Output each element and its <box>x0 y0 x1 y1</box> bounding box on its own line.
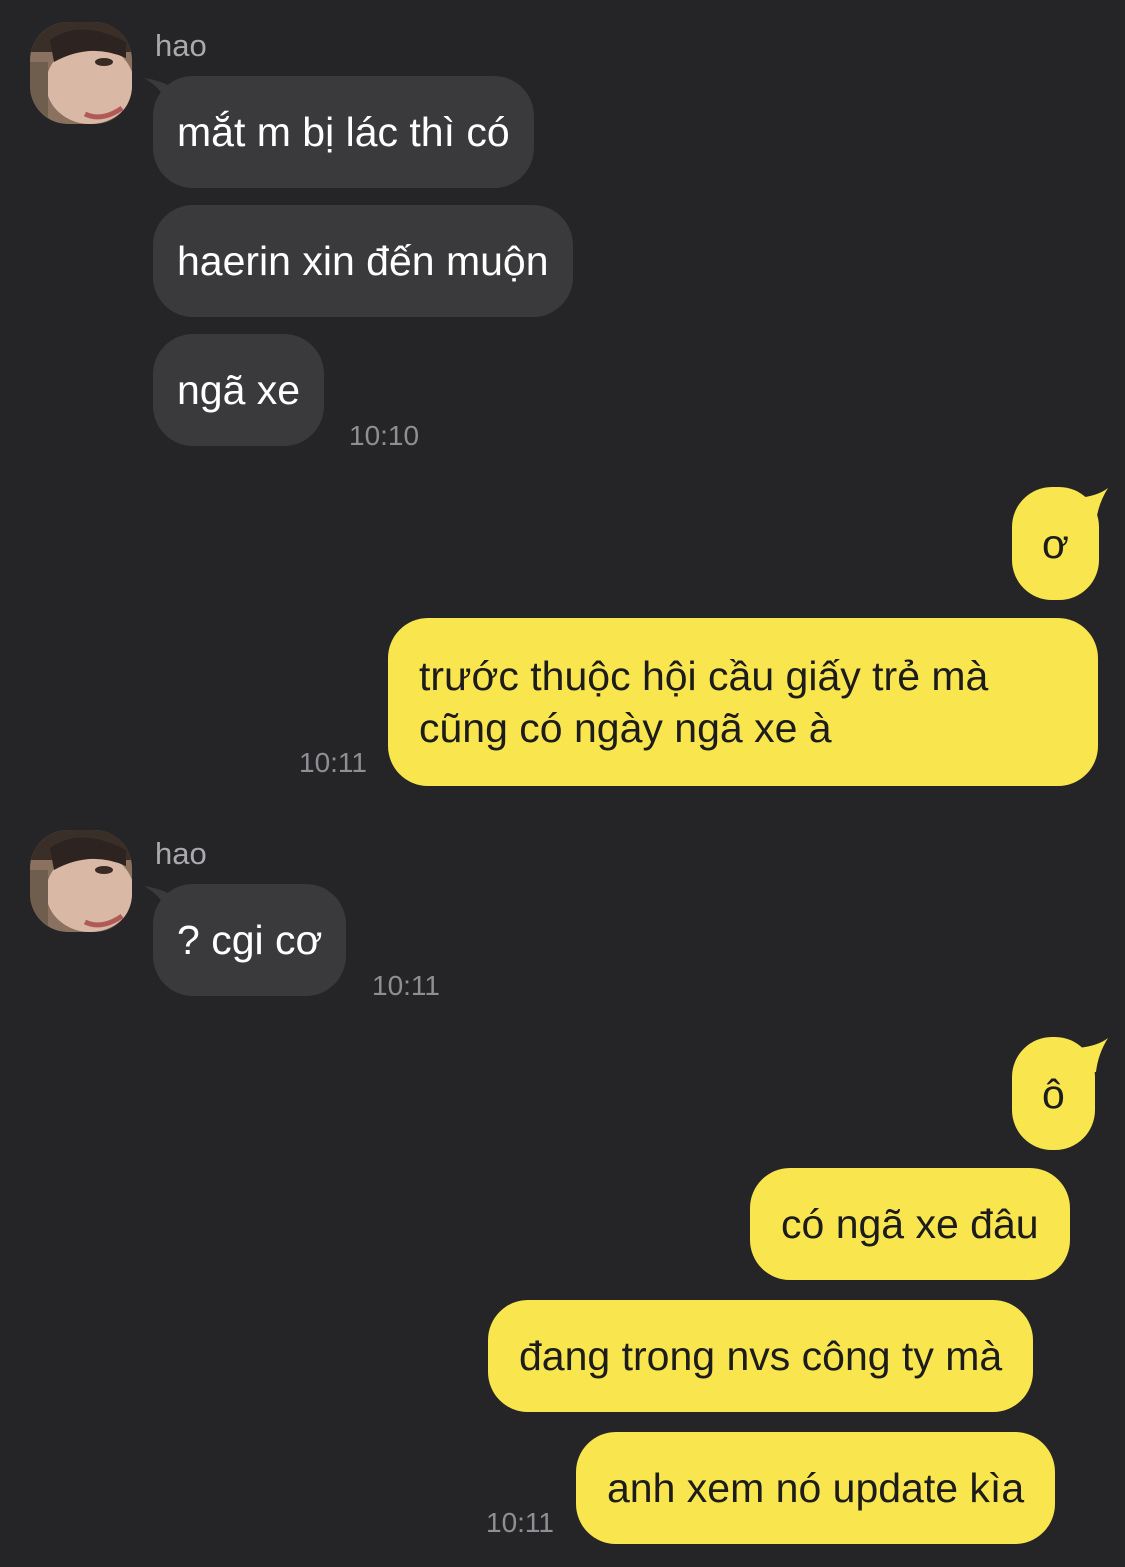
avatar-photo-icon <box>30 22 132 124</box>
message-timestamp: 10:11 <box>299 747 367 778</box>
sender-name: hao <box>155 836 207 871</box>
message-bubble-outgoing[interactable]: anh xem nó update kìa <box>576 1432 1056 1544</box>
message-bubble-outgoing[interactable]: có ngã xe đâu <box>750 1168 1070 1280</box>
message-bubble-outgoing[interactable]: ô <box>1012 1037 1095 1150</box>
message-bubble-outgoing[interactable]: trước thuộc hội cầu giấy trẻ mà cũng có … <box>388 618 1098 786</box>
message-timestamp: 10:10 <box>349 420 420 451</box>
message-bubble-incoming[interactable]: haerin xin đến muộn <box>153 205 573 317</box>
contact-avatar[interactable] <box>30 22 132 124</box>
message-bubble-incoming[interactable]: mắt m bị lác thì có <box>153 76 534 188</box>
chat-thread[interactable]: hao mắt m bị lác thì có haerin xin đến m… <box>0 0 1125 1567</box>
message-timestamp: 10:11 <box>486 1507 554 1538</box>
message-timestamp: 10:11 <box>372 970 440 1001</box>
contact-avatar[interactable] <box>30 830 132 932</box>
avatar-photo-icon <box>30 830 132 932</box>
message-bubble-outgoing[interactable]: ơ <box>1012 487 1099 600</box>
sender-name: hao <box>155 28 207 63</box>
message-bubble-incoming[interactable]: ngã xe <box>153 334 325 446</box>
message-bubble-outgoing[interactable]: đang trong nvs công ty mà <box>488 1300 1034 1412</box>
message-bubble-incoming[interactable]: ? cgi cơ <box>153 884 347 996</box>
